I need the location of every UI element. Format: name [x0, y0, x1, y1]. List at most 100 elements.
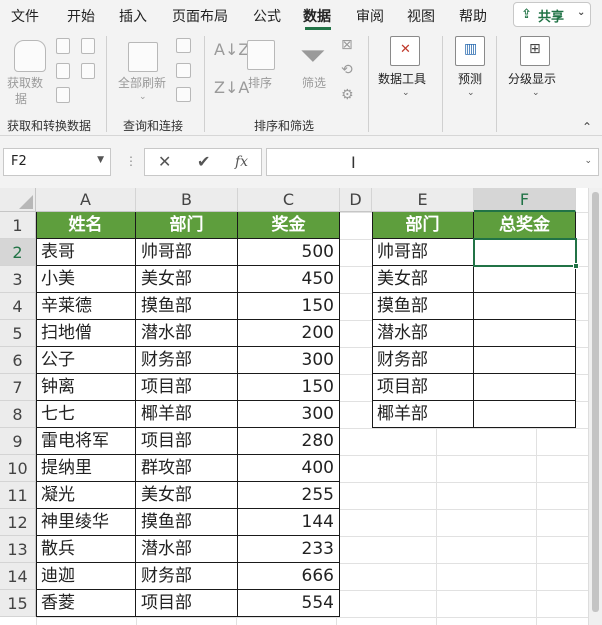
forecast-label[interactable]: 预测 [458, 70, 482, 87]
table-cell[interactable]: 钟离 [36, 374, 136, 401]
row-header[interactable]: 5 [0, 320, 36, 347]
table-cell[interactable]: 表哥 [36, 239, 136, 266]
table-cell[interactable]: 300 [238, 347, 340, 374]
row-header[interactable]: 13 [0, 536, 36, 563]
select-all-corner[interactable] [0, 188, 36, 212]
table-cell[interactable]: 迪迦 [36, 563, 136, 590]
menu-formulas[interactable]: 公式 [253, 6, 281, 26]
table-header-cell[interactable]: 奖金 [238, 212, 340, 239]
table-header-cell[interactable]: 部门 [372, 212, 474, 239]
cancel-icon[interactable]: ✕ [158, 152, 171, 171]
collapse-ribbon-icon[interactable]: ⌃ [582, 120, 592, 134]
from-table-icon[interactable] [56, 87, 70, 103]
formula-input[interactable]: I ⌄ [266, 148, 599, 176]
table-header-cell[interactable]: 姓名 [36, 212, 136, 239]
table-cell[interactable]: 椰羊部 [372, 401, 474, 428]
table-cell[interactable]: 280 [238, 428, 340, 455]
table-cell[interactable]: 500 [238, 239, 340, 266]
forecast-icon[interactable]: ▥ [455, 36, 485, 66]
table-cell[interactable]: 扫地僧 [36, 320, 136, 347]
table-cell[interactable]: 财务部 [136, 563, 238, 590]
column-header[interactable]: A [36, 188, 136, 212]
row-header[interactable]: 11 [0, 482, 36, 509]
table-cell-total-bonus[interactable] [474, 266, 576, 293]
table-cell[interactable]: 财务部 [136, 347, 238, 374]
table-cell[interactable]: 摸鱼部 [136, 509, 238, 536]
table-cell-total-bonus[interactable] [474, 401, 576, 428]
table-cell[interactable]: 雷电将军 [36, 428, 136, 455]
get-data-label[interactable]: 获取数 [7, 74, 43, 91]
filter-icon[interactable]: ⏷ [300, 36, 326, 75]
table-cell[interactable]: 提纳里 [36, 455, 136, 482]
table-cell[interactable]: 财务部 [372, 347, 474, 374]
sort-label[interactable]: 排序 [248, 74, 272, 91]
sort-icon[interactable] [247, 40, 275, 70]
row-header[interactable]: 10 [0, 455, 36, 482]
column-header[interactable]: F [474, 188, 576, 212]
menu-review[interactable]: 审阅 [356, 6, 384, 26]
menu-page-layout[interactable]: 页面布局 [172, 6, 228, 26]
outline-icon[interactable]: ⊞ [520, 36, 550, 66]
table-cell[interactable]: 散兵 [36, 536, 136, 563]
recent-sources-icon[interactable] [81, 38, 95, 54]
table-cell[interactable]: 项目部 [372, 374, 474, 401]
row-header[interactable]: 2 [0, 239, 36, 266]
table-cell[interactable]: 项目部 [136, 428, 238, 455]
table-cell-total-bonus[interactable] [474, 320, 576, 347]
refresh-all-label[interactable]: 全部刷新 [118, 74, 166, 91]
table-header-cell[interactable]: 部门 [136, 212, 238, 239]
table-cell[interactable]: 233 [238, 536, 340, 563]
column-header[interactable]: C [238, 188, 340, 212]
fill-handle[interactable] [573, 263, 579, 269]
edit-links-icon[interactable] [176, 87, 191, 102]
row-header[interactable]: 12 [0, 509, 36, 536]
row-header[interactable]: 8 [0, 401, 36, 428]
menu-help[interactable]: 帮助 [459, 6, 487, 26]
table-cell[interactable]: 潜水部 [136, 320, 238, 347]
data-tools-label[interactable]: 数据工具 [378, 70, 426, 87]
properties-icon[interactable] [176, 63, 191, 78]
table-cell[interactable]: 666 [238, 563, 340, 590]
name-box[interactable]: F2 ▼ [3, 148, 111, 176]
table-cell[interactable]: 神里绫华 [36, 509, 136, 536]
menu-view[interactable]: 视图 [407, 6, 435, 26]
data-tools-icon[interactable]: ✕ [390, 36, 420, 66]
table-cell[interactable]: 香菱 [36, 590, 136, 617]
row-header[interactable]: 6 [0, 347, 36, 374]
table-cell[interactable]: 200 [238, 320, 340, 347]
table-cell[interactable]: 摸鱼部 [136, 293, 238, 320]
table-cell[interactable]: 300 [238, 401, 340, 428]
formula-bar-grip-icon[interactable]: ⋮ [125, 154, 137, 168]
get-data-label-2[interactable]: 据 [15, 90, 27, 107]
from-web-icon[interactable] [56, 63, 70, 79]
row-header[interactable]: 3 [0, 266, 36, 293]
scrollbar-thumb[interactable] [592, 192, 599, 612]
table-cell[interactable]: 150 [238, 293, 340, 320]
worksheet-grid[interactable]: A B C D E F 1 2 3 4 5 6 7 8 9 10 11 12 13 14 15 姓名 部门 奖金 表哥 帅哥部 50… [0, 188, 602, 625]
menu-data[interactable]: 数据 [303, 6, 331, 26]
table-cell[interactable]: 摸鱼部 [372, 293, 474, 320]
column-header[interactable]: E [372, 188, 474, 212]
clear-filter-icon[interactable]: ⊠ [341, 37, 353, 53]
sort-az-icon[interactable]: A↓Z [214, 40, 249, 59]
table-cell[interactable]: 美女部 [372, 266, 474, 293]
table-cell[interactable]: 潜水部 [372, 320, 474, 347]
table-cell-total-bonus[interactable] [474, 293, 576, 320]
table-cell[interactable]: 群攻部 [136, 455, 238, 482]
reapply-filter-icon[interactable]: ⟲ [341, 62, 353, 78]
column-header[interactable]: D [340, 188, 372, 212]
filter-label[interactable]: 筛选 [302, 74, 326, 91]
row-header[interactable]: 9 [0, 428, 36, 455]
row-header[interactable]: 15 [0, 590, 36, 617]
table-cell[interactable]: 椰羊部 [136, 401, 238, 428]
queries-connections-icon[interactable] [176, 38, 191, 53]
menu-insert[interactable]: 插入 [119, 6, 147, 26]
table-cell[interactable]: 公子 [36, 347, 136, 374]
enter-icon[interactable]: ✔ [197, 152, 210, 171]
table-cell-total-bonus[interactable] [474, 374, 576, 401]
vertical-scrollbar[interactable] [588, 188, 602, 625]
table-cell[interactable]: 项目部 [136, 590, 238, 617]
outline-label[interactable]: 分级显示 [508, 70, 556, 87]
table-cell[interactable]: 美女部 [136, 266, 238, 293]
table-cell[interactable]: 150 [238, 374, 340, 401]
